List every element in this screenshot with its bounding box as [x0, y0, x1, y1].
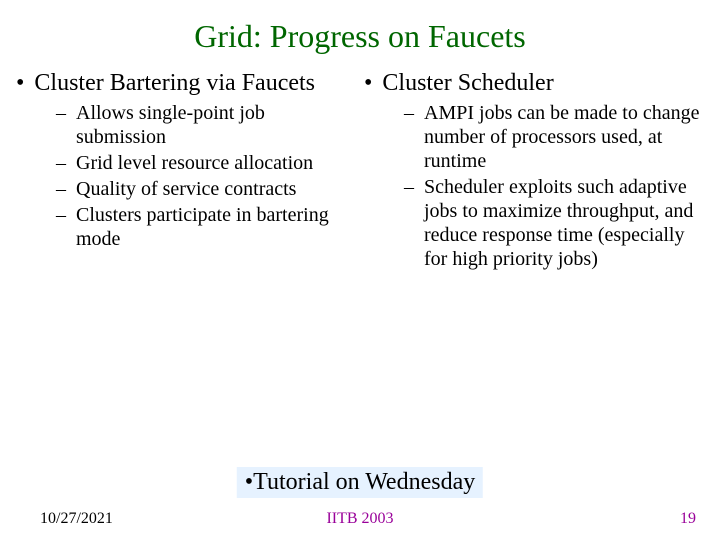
list-item: – Quality of service contracts — [56, 177, 356, 201]
tutorial-callout: •Tutorial on Wednesday — [237, 467, 483, 498]
list-item-text: Clusters participate in bartering mode — [76, 203, 356, 251]
list-item-text: Quality of service contracts — [76, 177, 296, 201]
right-column: • Cluster Scheduler – AMPI jobs can be m… — [364, 69, 704, 273]
tutorial-text: Tutorial on Wednesday — [253, 469, 475, 495]
left-heading-bullet: • Cluster Bartering via Faucets — [16, 69, 356, 97]
list-item-text: Allows single-point job submission — [76, 101, 356, 149]
list-item-text: Scheduler exploits such adaptive jobs to… — [424, 175, 704, 271]
content-columns: • Cluster Bartering via Faucets – Allows… — [16, 69, 704, 273]
dash-icon: – — [56, 151, 66, 175]
footer-venue: IITB 2003 — [326, 510, 393, 528]
footer-page-number: 19 — [680, 510, 696, 528]
list-item: – Scheduler exploits such adaptive jobs … — [404, 175, 704, 271]
dash-icon: – — [56, 203, 66, 227]
dash-icon: – — [56, 177, 66, 201]
slide: Grid: Progress on Faucets • Cluster Bart… — [0, 0, 720, 540]
list-item: – Allows single-point job submission — [56, 101, 356, 149]
slide-title: Grid: Progress on Faucets — [16, 18, 704, 55]
list-item: – AMPI jobs can be made to change number… — [404, 101, 704, 173]
left-heading-text: Cluster Bartering via Faucets — [34, 69, 315, 97]
list-item-text: AMPI jobs can be made to change number o… — [424, 101, 704, 173]
bullet-dot-icon: • — [364, 69, 372, 97]
right-sublist: – AMPI jobs can be made to change number… — [364, 101, 704, 271]
dash-icon: – — [56, 101, 66, 125]
dash-icon: – — [404, 175, 414, 199]
right-heading-bullet: • Cluster Scheduler — [364, 69, 704, 97]
left-column: • Cluster Bartering via Faucets – Allows… — [16, 69, 356, 273]
list-item: – Grid level resource allocation — [56, 151, 356, 175]
slide-footer: 10/27/2021 IITB 2003 19 — [0, 510, 720, 528]
right-heading-text: Cluster Scheduler — [382, 69, 553, 97]
list-item: – Clusters participate in bartering mode — [56, 203, 356, 251]
list-item-text: Grid level resource allocation — [76, 151, 313, 175]
footer-date: 10/27/2021 — [40, 510, 113, 528]
dash-icon: – — [404, 101, 414, 125]
left-sublist: – Allows single-point job submission – G… — [16, 101, 356, 251]
bullet-dot-icon: • — [16, 69, 24, 97]
